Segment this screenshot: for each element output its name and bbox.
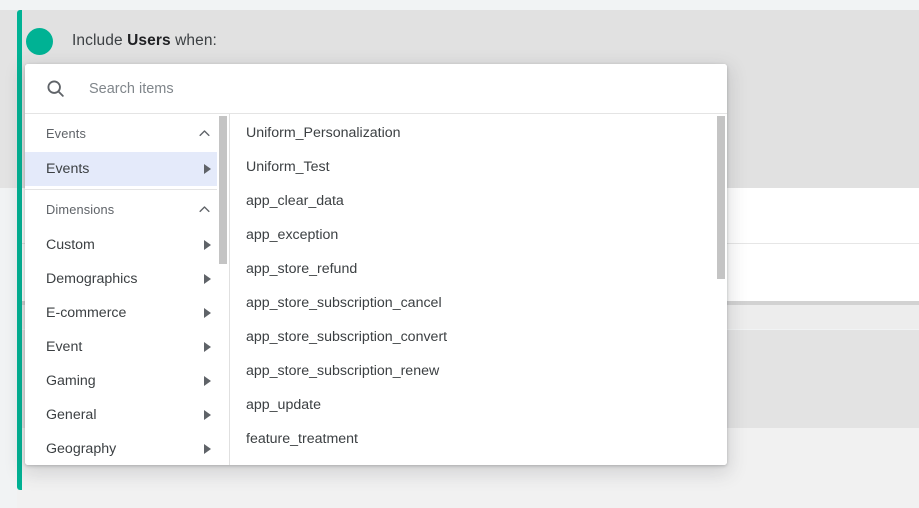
condition-status-dot <box>26 27 53 55</box>
list-item[interactable]: Uniform_Test <box>230 150 727 184</box>
sidebar-item-event[interactable]: Event <box>25 330 229 364</box>
sidebar-item-events[interactable]: Events <box>25 152 229 186</box>
list-item[interactable]: app_store_subscription_cancel <box>230 286 727 320</box>
arrow-right-icon <box>204 410 211 420</box>
sidebar-item-demographics[interactable]: Demographics <box>25 262 229 296</box>
chevron-up-icon <box>196 201 212 217</box>
sidebar-item-e-commerce[interactable]: E-commerce <box>25 296 229 330</box>
category-sidebar-scrollbar-thumb[interactable] <box>219 116 227 264</box>
items-panel: Uniform_Personalization Uniform_Test app… <box>230 114 727 465</box>
search-input[interactable] <box>89 73 649 104</box>
sidebar-item-geography-label: Geography <box>46 441 117 457</box>
screen-root: Include Users when: Events <box>0 0 919 508</box>
sidebar-item-event-label: Event <box>46 339 83 355</box>
list-item[interactable]: feature_treatment <box>230 422 727 456</box>
dropdown-body: Events Events Dimensions Custom Demograp… <box>25 114 727 465</box>
sidebar-item-events-label: Events <box>46 161 90 177</box>
sidebar-item-general[interactable]: General <box>25 398 229 432</box>
list-item[interactable]: app_update <box>230 388 727 422</box>
condition-accent-rail <box>17 10 22 490</box>
list-item[interactable]: app_store_subscription_convert <box>230 320 727 354</box>
arrow-right-icon <box>204 444 211 454</box>
list-item[interactable]: app_store_refund <box>230 252 727 286</box>
sidebar-item-geography[interactable]: Geography <box>25 432 229 465</box>
section-header-events[interactable]: Events <box>25 114 229 152</box>
arrow-right-icon <box>204 308 211 318</box>
sidebar-item-custom[interactable]: Custom <box>25 228 229 262</box>
category-sidebar-scroll: Events Events Dimensions Custom Demograp… <box>25 114 229 465</box>
list-item[interactable]: app_exception <box>230 218 727 252</box>
condition-label: Include Users when: <box>72 32 217 50</box>
sidebar-item-demographics-label: Demographics <box>46 271 138 287</box>
item-picker-dropdown: Events Events Dimensi <box>25 64 727 465</box>
condition-label-suffix: when: <box>170 32 217 49</box>
search-icon <box>44 78 66 100</box>
section-header-dimensions[interactable]: Dimensions <box>25 190 229 228</box>
section-header-events-label: Events <box>46 125 87 141</box>
condition-header: Include Users when: <box>22 18 722 64</box>
items-list: Uniform_Personalization Uniform_Test app… <box>230 114 727 465</box>
condition-label-emphasis: Users <box>127 32 171 49</box>
section-header-dimensions-label: Dimensions <box>46 201 115 217</box>
condition-label-prefix: Include <box>72 32 128 49</box>
arrow-right-icon <box>204 240 211 250</box>
sidebar-item-custom-label: Custom <box>46 237 95 253</box>
items-panel-scrollbar-thumb[interactable] <box>717 116 725 279</box>
chevron-up-icon <box>196 125 212 141</box>
arrow-right-icon <box>204 376 211 386</box>
sidebar-item-gaming[interactable]: Gaming <box>25 364 229 398</box>
sidebar-item-e-commerce-label: E-commerce <box>46 305 127 321</box>
arrow-right-icon <box>204 342 211 352</box>
list-item[interactable]: app_store_subscription_renew <box>230 354 727 388</box>
category-sidebar: Events Events Dimensions Custom Demograp… <box>25 114 229 465</box>
sidebar-item-general-label: General <box>46 407 97 423</box>
category-sidebar-scrollbar[interactable] <box>217 114 229 465</box>
arrow-right-icon <box>204 274 211 284</box>
sidebar-item-gaming-label: Gaming <box>46 373 96 389</box>
arrow-right-icon <box>204 164 211 174</box>
list-item[interactable]: app_clear_data <box>230 184 727 218</box>
search-row <box>25 64 727 114</box>
list-item[interactable]: Uniform_Personalization <box>230 116 727 150</box>
